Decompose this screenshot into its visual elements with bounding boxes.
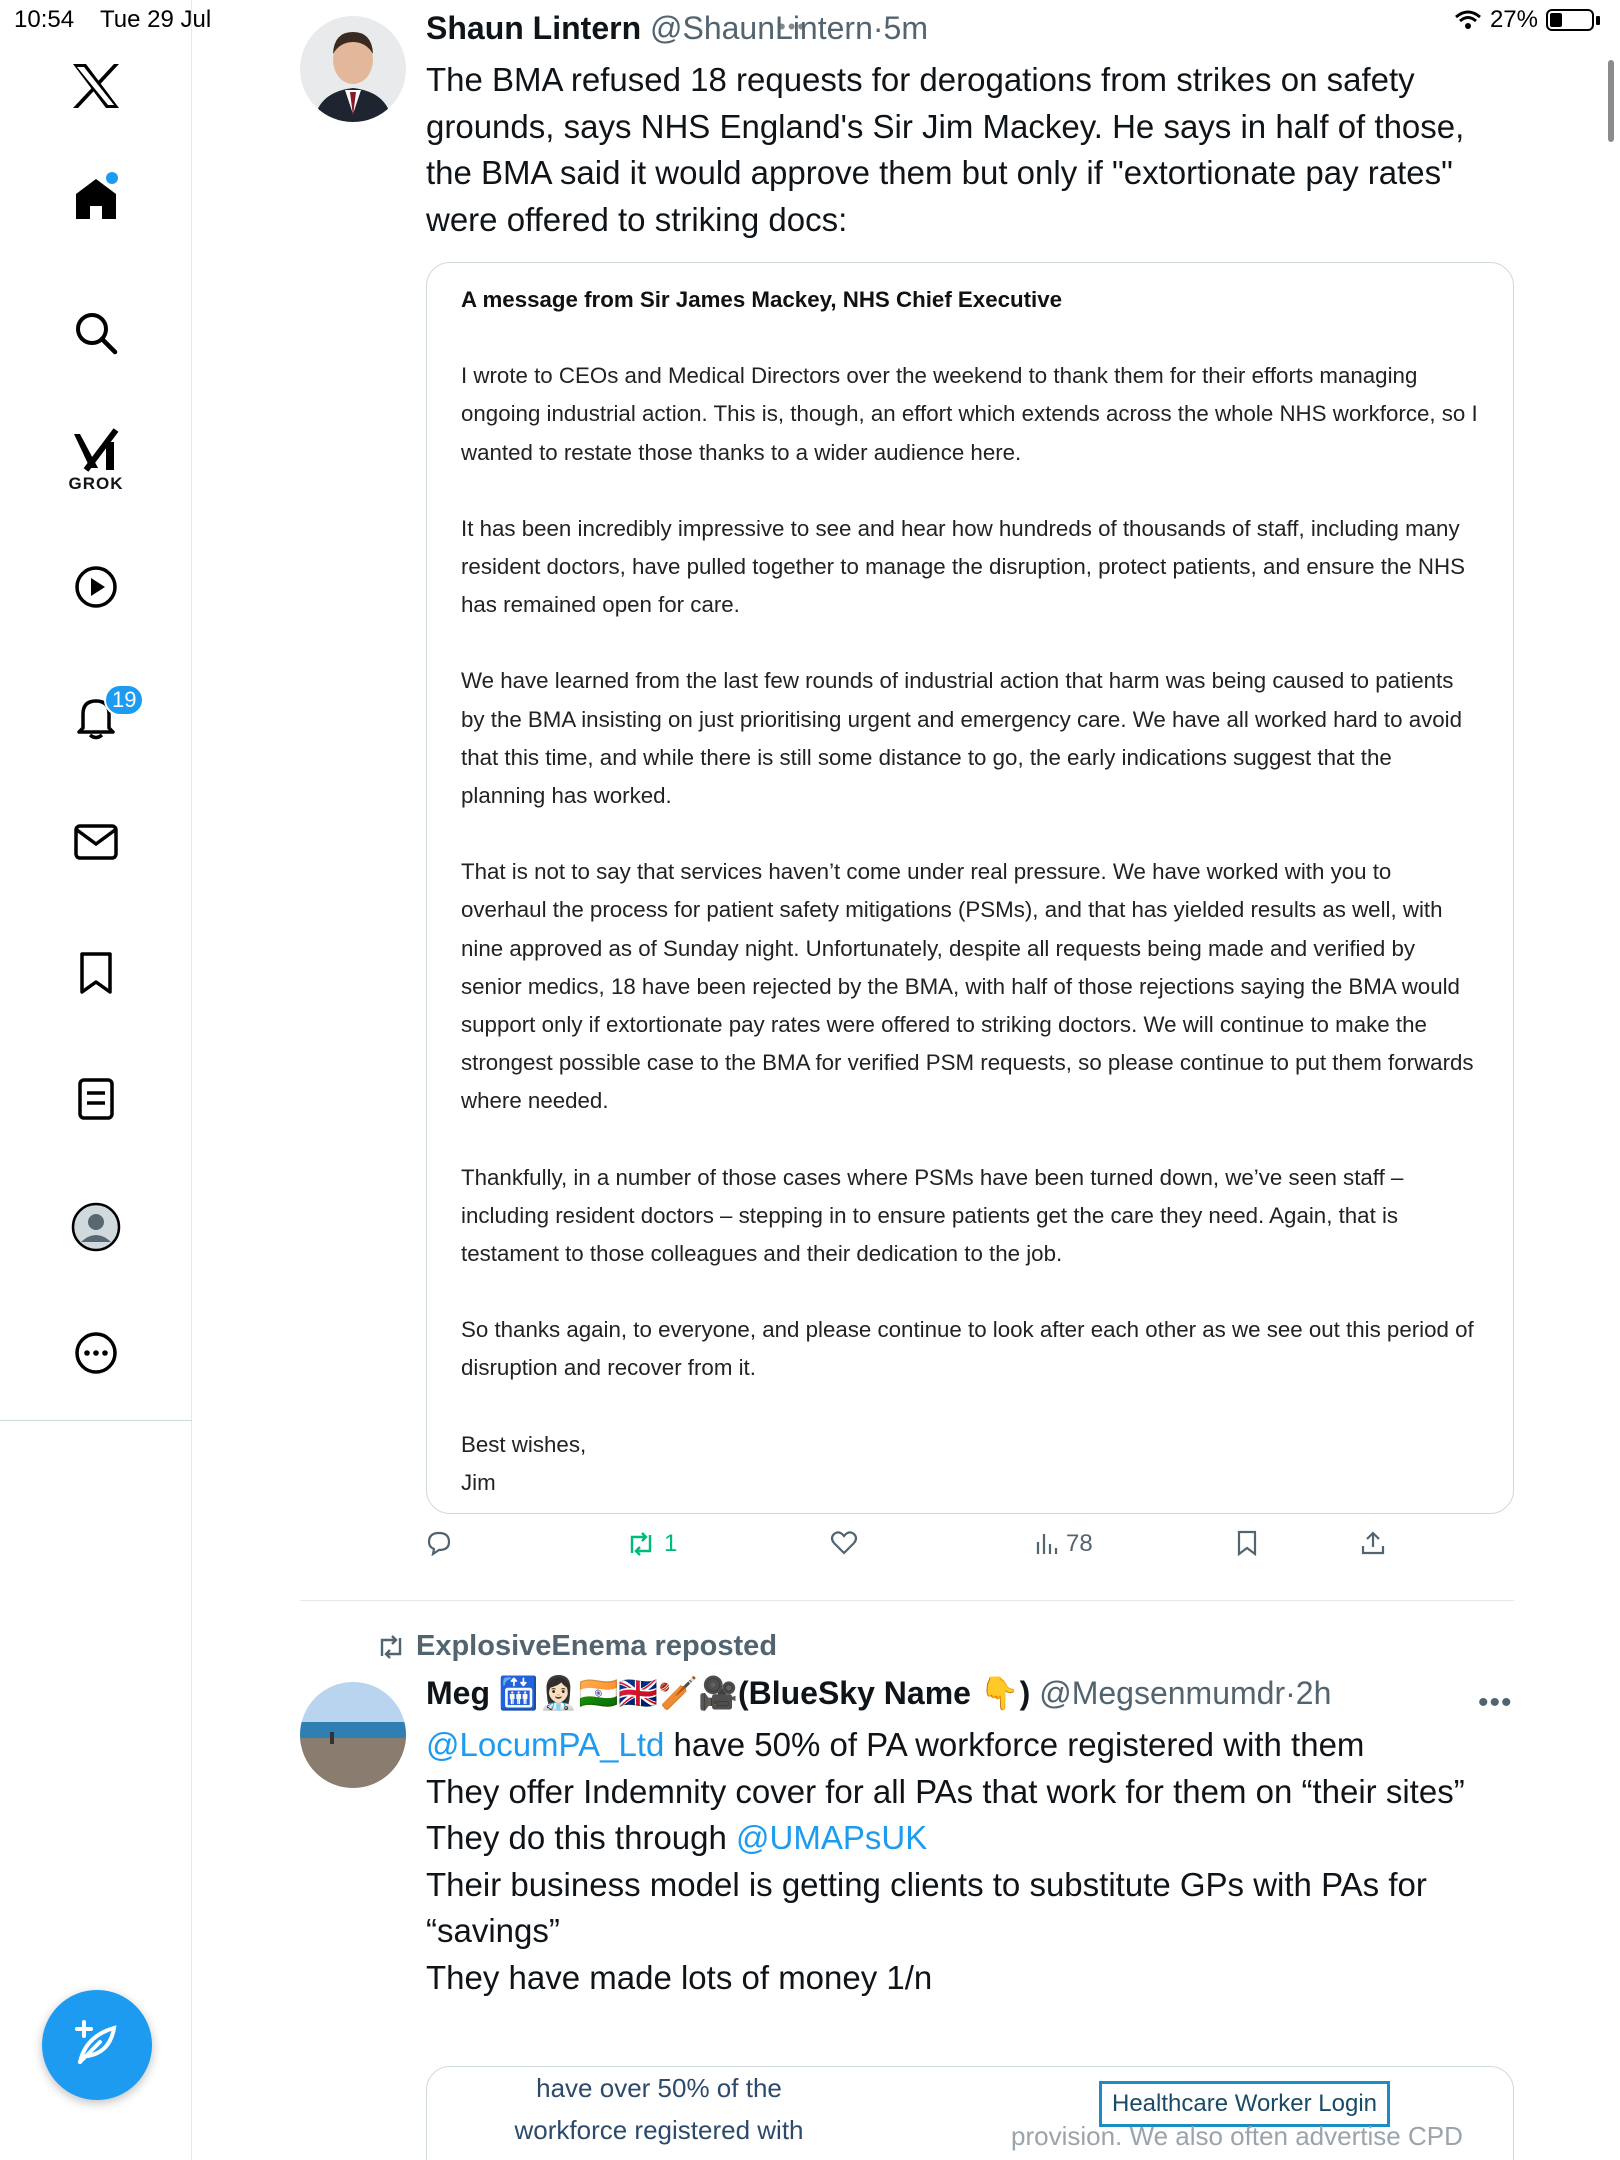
sidebar: GROK 19 bbox=[0, 0, 192, 2160]
home-unread-dot bbox=[106, 172, 118, 184]
battery-icon bbox=[1546, 9, 1594, 31]
views-icon bbox=[1036, 1534, 1058, 1554]
letter-paragraph: We have learned from the last few rounds… bbox=[461, 668, 1462, 809]
mention-link[interactable]: @UMAPsUK bbox=[736, 1819, 927, 1856]
compose-feather-icon bbox=[75, 2020, 117, 2064]
tweet2-line: They do this through @UMAPsUK bbox=[426, 1819, 928, 1856]
more-icon bbox=[75, 1332, 117, 1374]
repost-small-icon bbox=[380, 1634, 402, 1659]
tweet2-more-menu[interactable]: ••• bbox=[1478, 1686, 1513, 1720]
sidebar-divider bbox=[0, 1420, 192, 1421]
sidebar-item-video[interactable] bbox=[0, 564, 192, 610]
sidebar-item-more[interactable] bbox=[0, 1330, 192, 1376]
tweet1-header: Shaun Lintern @ShaunLintern·5m bbox=[426, 10, 928, 46]
play-icon bbox=[75, 566, 117, 608]
sidebar-item-bookmarks[interactable] bbox=[0, 950, 192, 996]
tweet2-line: Their business model is getting clients … bbox=[426, 1865, 1427, 1950]
letter-body: A message from Sir James Mackey, NHS Chi… bbox=[461, 281, 1481, 1502]
sidebar-item-notifications[interactable] bbox=[0, 694, 192, 740]
tweet2-time[interactable]: 2h bbox=[1296, 1675, 1332, 1711]
tweet2-header: Meg 🛗👩🏻‍⚕️🇮🇳🇬🇧🏏🎥(BlueSky Name 👇) @Megsen… bbox=[426, 1675, 1332, 1711]
reply-icon bbox=[427, 1531, 451, 1556]
status-right: 27% bbox=[1454, 6, 1600, 34]
wifi-icon bbox=[1454, 10, 1481, 29]
letter-image[interactable]: A message from Sir James Mackey, NHS Chi… bbox=[426, 262, 1514, 1514]
sidebar-item-grok[interactable]: GROK bbox=[0, 428, 192, 494]
tweet2-text: @LocumPA_Ltd have 50% of PA workforce re… bbox=[426, 1722, 1516, 2001]
author-name[interactable]: Shaun Lintern bbox=[426, 10, 641, 46]
author-avatar[interactable] bbox=[300, 16, 406, 122]
mention-link[interactable]: @LocumPA_Ltd bbox=[426, 1726, 664, 1763]
tweet2-author-name[interactable]: Meg 🛗👩🏻‍⚕️🇮🇳🇬🇧🏏🎥(BlueSky Name 👇) bbox=[426, 1675, 1030, 1711]
heart-icon bbox=[830, 1531, 858, 1555]
sidebar-item-explore[interactable] bbox=[0, 310, 192, 356]
letter-paragraph: It has been incredibly impressive to see… bbox=[461, 515, 1465, 618]
search-icon bbox=[76, 313, 118, 355]
letter-paragraph: So thanks again, to everyone, and please… bbox=[461, 1317, 1474, 1381]
tweet2-author-handle[interactable]: @Megsenmumdr bbox=[1039, 1675, 1285, 1711]
profile-avatar-icon bbox=[71, 1202, 121, 1252]
letter-paragraph: Thankfully, in a number of those cases w… bbox=[461, 1164, 1404, 1267]
letter-paragraph: That is not to say that services haven’t… bbox=[461, 859, 1474, 1114]
share-button[interactable] bbox=[1360, 1530, 1386, 1556]
tweet1-actions: 1 78 bbox=[426, 1530, 1516, 1570]
x-logo[interactable] bbox=[0, 62, 192, 110]
repost-by-label: ExplosiveEnema reposted bbox=[416, 1630, 778, 1662]
repost-count: 1 bbox=[664, 1530, 678, 1557]
repost-indicator[interactable]: ExplosiveEnema reposted bbox=[376, 1630, 777, 1663]
letter-paragraph: I wrote to CEOs and Medical Directors ov… bbox=[461, 363, 1478, 465]
tweet-divider bbox=[300, 1600, 1514, 1601]
sidebar-item-messages[interactable] bbox=[0, 822, 192, 862]
x-logo-icon bbox=[73, 64, 119, 108]
letter-signoff: Best wishes, bbox=[461, 1431, 587, 1457]
share-icon bbox=[1361, 1531, 1385, 1555]
list-icon bbox=[78, 1078, 114, 1120]
avatar-photo bbox=[300, 16, 406, 122]
tweet1-text: The BMA refused 18 requests for derogati… bbox=[426, 61, 1465, 238]
grok-icon bbox=[74, 428, 119, 472]
views-button[interactable]: 78 bbox=[1034, 1530, 1093, 1558]
avatar-beach-photo bbox=[300, 1682, 406, 1788]
sidebar-item-lists[interactable] bbox=[0, 1076, 192, 1122]
letter-title: A message from Sir James Mackey, NHS Chi… bbox=[461, 287, 1063, 312]
battery-percent: 27% bbox=[1489, 6, 1538, 33]
scrollbar[interactable] bbox=[1608, 60, 1614, 142]
tweet2-line: They have made lots of money 1/n bbox=[426, 1958, 933, 1996]
sidebar-item-home[interactable] bbox=[0, 176, 192, 222]
views-count: 78 bbox=[1066, 1530, 1093, 1557]
bookmark-outline-icon bbox=[1237, 1530, 1257, 1556]
card-text-faded: provision. We also often advertise CPD bbox=[1011, 2121, 1463, 2151]
card-text: have over 50% of the workforce registere… bbox=[514, 2073, 804, 2160]
like-button[interactable] bbox=[830, 1530, 858, 1556]
author-handle[interactable]: @ShaunLintern bbox=[650, 10, 873, 46]
sidebar-item-profile[interactable] bbox=[0, 1202, 192, 1252]
repost-button[interactable]: 1 bbox=[626, 1530, 677, 1558]
reply-button[interactable] bbox=[426, 1530, 452, 1556]
grok-label: GROK bbox=[68, 474, 124, 493]
tweet2-line: @LocumPA_Ltd have 50% of PA workforce re… bbox=[426, 1726, 1365, 1763]
compose-post-button[interactable] bbox=[42, 1990, 152, 2100]
tweet2-author-avatar[interactable] bbox=[300, 1682, 406, 1788]
bookmark-icon bbox=[80, 952, 112, 994]
tweet2-media-card[interactable]: have over 50% of the workforce registere… bbox=[426, 2066, 1514, 2160]
notifications-badge: 19 bbox=[104, 684, 145, 716]
mail-icon bbox=[74, 824, 118, 860]
tweet-time[interactable]: 5m bbox=[884, 10, 928, 46]
tweet2-line: They offer Indemnity cover for all PAs t… bbox=[426, 1772, 1465, 1810]
bookmark-button[interactable] bbox=[1236, 1530, 1258, 1556]
repost-icon bbox=[630, 1532, 652, 1556]
letter-signature: Jim bbox=[461, 1469, 496, 1495]
